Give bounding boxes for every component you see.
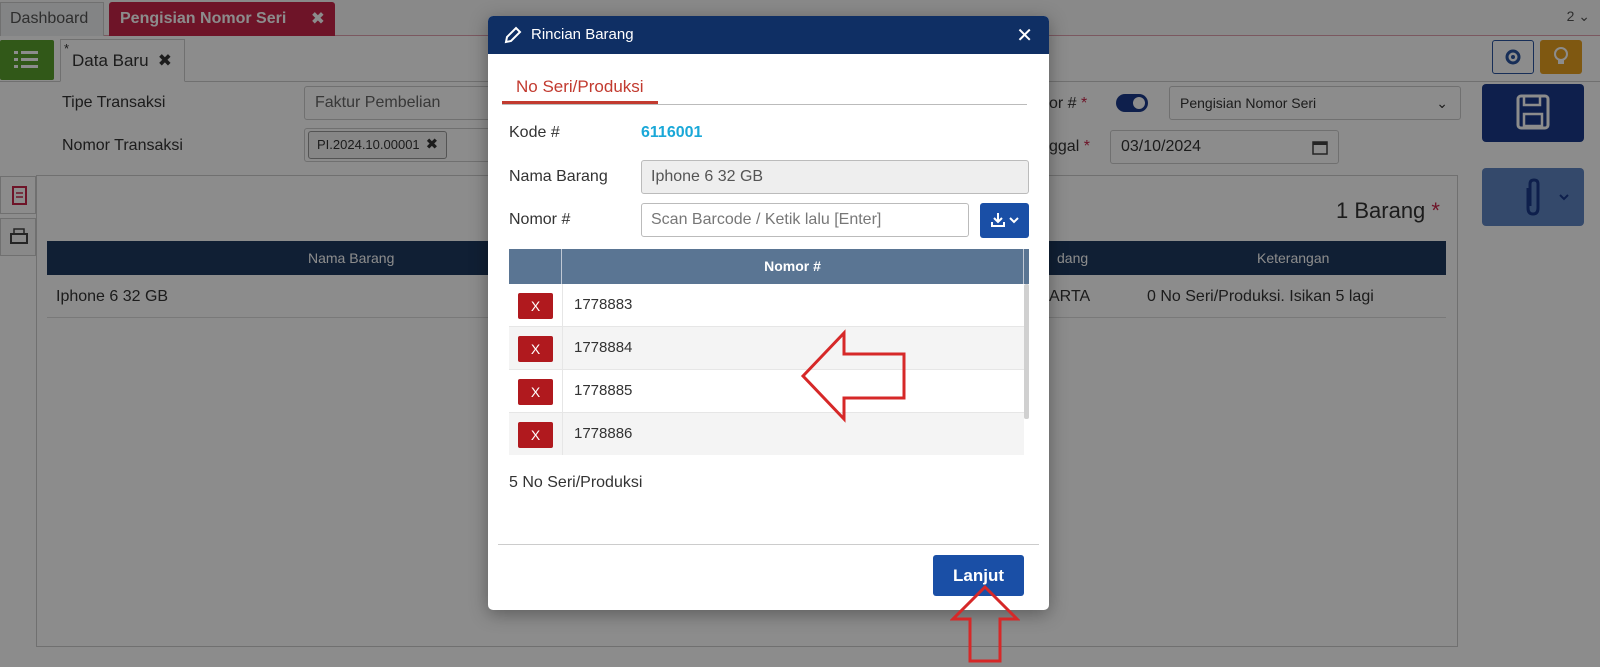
serial-number: 1778885 xyxy=(562,370,1024,413)
kode-label: Kode # xyxy=(509,124,560,141)
col-action xyxy=(509,249,562,284)
close-icon[interactable]: ✕ xyxy=(1016,23,1033,48)
serial-number: 1778883 xyxy=(562,284,1024,327)
pencil-icon xyxy=(504,26,522,44)
serial-number: 1778884 xyxy=(562,327,1024,370)
nomor-label: Nomor # xyxy=(509,211,571,228)
kode-value: 6116001 xyxy=(641,124,703,141)
serial-number-input[interactable]: Scan Barcode / Ketik lalu [Enter] xyxy=(641,203,969,237)
delete-serial-button[interactable]: X xyxy=(518,293,553,319)
serial-number: 1778886 xyxy=(562,413,1024,455)
serial-table-header: Nomor # xyxy=(509,249,1029,284)
dialog-title: Rincian Barang xyxy=(531,26,634,43)
col-nomor: Nomor # xyxy=(562,249,1024,284)
left-arrow-annotation xyxy=(800,329,906,423)
up-arrow-annotation xyxy=(950,584,1020,663)
delete-serial-button[interactable]: X xyxy=(518,379,553,405)
table-scrollbar[interactable] xyxy=(1024,284,1029,419)
tab-no-seri-produksi[interactable]: No Seri/Produksi xyxy=(502,74,658,104)
table-row: X 1778885 xyxy=(509,370,1024,413)
table-row: X 1778883 xyxy=(509,284,1024,327)
import-serials-button[interactable] xyxy=(980,203,1029,238)
footer-divider xyxy=(498,544,1039,545)
rincian-barang-dialog: Rincian Barang ✕ No Seri/Produksi Kode #… xyxy=(488,16,1049,610)
delete-serial-button[interactable]: X xyxy=(518,422,553,448)
delete-serial-button[interactable]: X xyxy=(518,336,553,362)
serial-table: Nomor # X 1778883 X 1778884 X 1778885 X … xyxy=(509,249,1029,455)
table-row: X 1778884 xyxy=(509,327,1024,370)
serial-count: 5 No Seri/Produksi xyxy=(509,474,643,491)
nama-barang-label: Nama Barang xyxy=(509,168,608,185)
table-row: X 1778886 xyxy=(509,413,1024,455)
download-icon xyxy=(991,213,1019,227)
nama-barang-field: Iphone 6 32 GB xyxy=(641,160,1029,194)
dialog-header: Rincian Barang ✕ xyxy=(488,16,1049,54)
tab-divider xyxy=(502,104,1027,105)
